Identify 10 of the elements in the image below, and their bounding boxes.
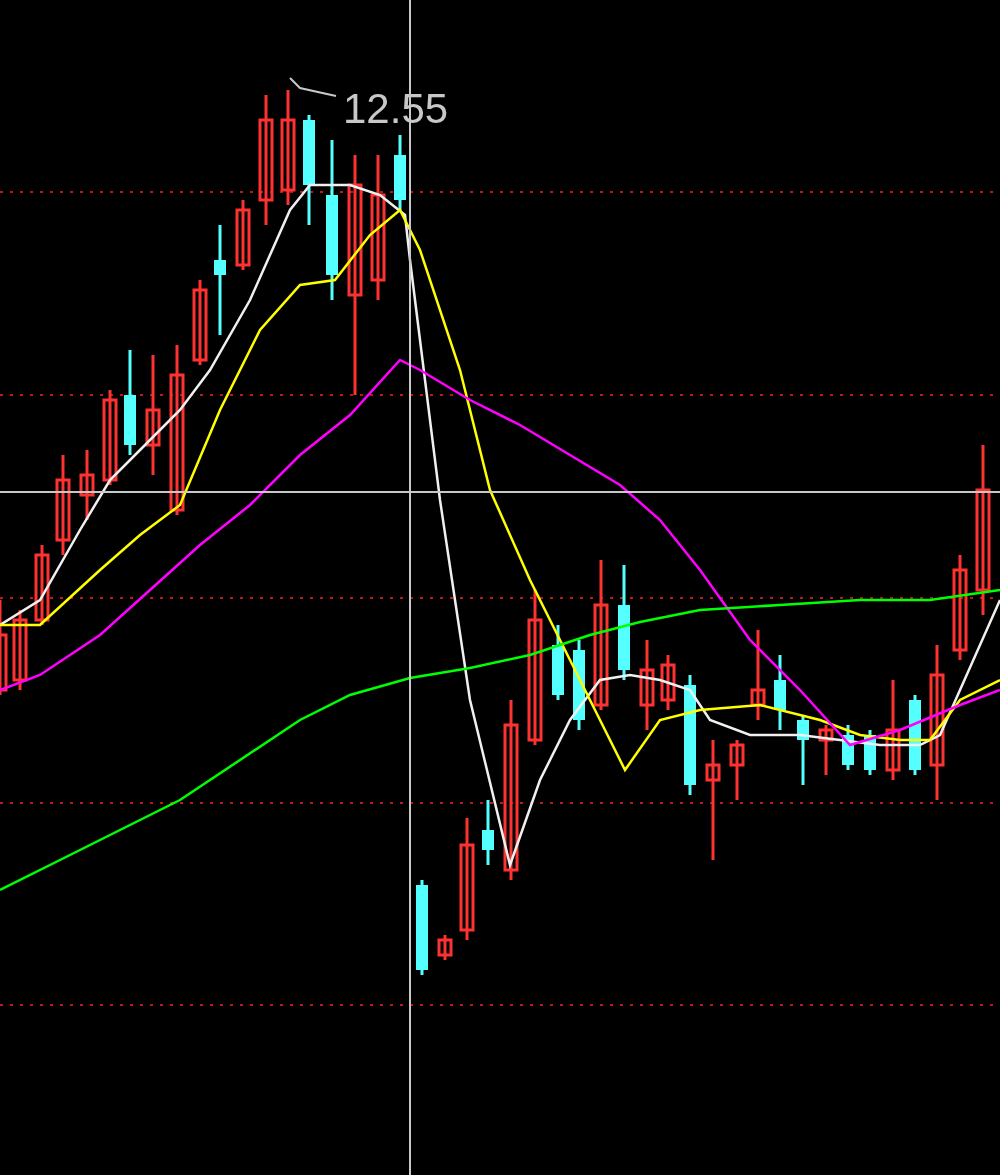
candlestick xyxy=(797,715,809,785)
candlestick xyxy=(482,800,494,865)
candlestick xyxy=(79,450,95,520)
candlestick xyxy=(235,200,251,270)
leader-line xyxy=(289,77,337,97)
candlestick xyxy=(842,725,854,770)
candlestick xyxy=(729,740,745,800)
candlestick xyxy=(818,725,834,775)
candlestick xyxy=(660,655,676,710)
candlestick xyxy=(437,935,453,960)
